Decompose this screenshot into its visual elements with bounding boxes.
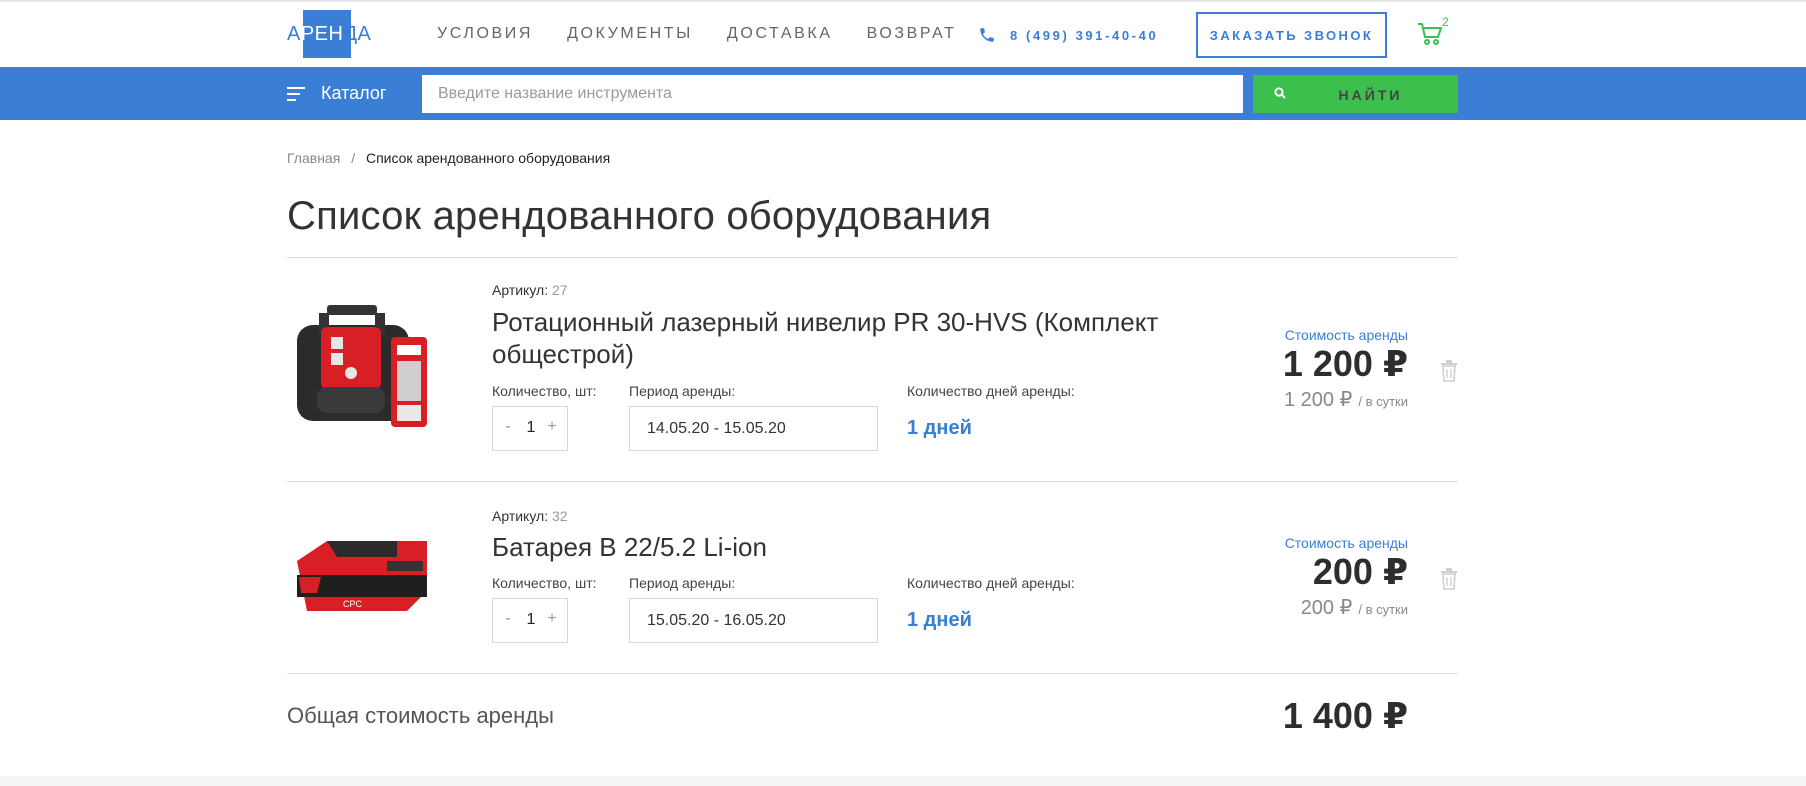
item-price: 200 ₽ <box>1312 551 1408 592</box>
quantity-stepper: - 1 + <box>492 598 568 643</box>
article-number: 32 <box>551 508 568 524</box>
item-name[interactable]: Ротационный лазерный нивелир PR 30-HVS (… <box>492 306 1232 370</box>
rental-period-field[interactable]: 14.05.20 - 15.05.20 <box>629 406 878 451</box>
trash-icon[interactable] <box>1440 568 1458 590</box>
rental-period-field[interactable]: 15.05.20 - 16.05.20 <box>629 598 878 643</box>
site-logo[interactable]: АРЕНДА <box>287 10 372 58</box>
breadcrumb-current: Список арендованного оборудования <box>365 150 611 166</box>
period-label: Период аренды: <box>629 575 736 591</box>
increment-button[interactable]: + <box>543 610 561 628</box>
find-button[interactable]: НАЙТИ <box>1253 75 1458 113</box>
footer-strip <box>0 776 1806 786</box>
period-label: Период аренды: <box>629 383 736 399</box>
rental-item: CPC Артикул: 32 Батарея B 22/5.2 Li-ion … <box>287 481 1458 673</box>
phone-icon <box>980 28 994 42</box>
article-label: Артикул: <box>492 282 549 298</box>
item-price: 1 200 ₽ <box>1282 343 1408 384</box>
rental-days: 1 дней <box>907 609 972 631</box>
battery-image: CPC <box>297 541 427 611</box>
article-number: 27 <box>551 282 568 298</box>
trash-icon[interactable] <box>1440 360 1458 382</box>
main-nav: УСЛОВИЯ ДОКУМЕНТЫ ДОСТАВКА ВОЗВРАТ <box>437 25 991 43</box>
nav-link-documents[interactable]: ДОКУМЕНТЫ <box>567 25 693 43</box>
cost-label: Стоимость аренды <box>1284 535 1408 551</box>
cart[interactable]: 2 <box>1416 15 1450 54</box>
daily-price-value: 1 200 ₽ <box>1284 389 1353 411</box>
cart-count-badge: 2 <box>1442 15 1449 29</box>
page: АРЕНДА УСЛОВИЯ ДОКУМЕНТЫ ДОСТАВКА ВОЗВРА… <box>0 0 1806 786</box>
nav-link-delivery[interactable]: ДОСТАВКА <box>727 25 833 43</box>
svg-text:CPC: CPC <box>343 599 363 609</box>
article: Артикул: 27 <box>492 282 568 298</box>
quantity-label: Количество, шт: <box>492 383 597 399</box>
catalog-label: Каталог <box>321 83 387 103</box>
cost-label: Стоимость аренды <box>1284 327 1408 343</box>
article-label: Артикул: <box>492 508 549 524</box>
breadcrumb: Главная / Список арендованного оборудова… <box>287 150 610 166</box>
days-label: Количество дней аренды: <box>907 383 1075 399</box>
total-value: 1 400 ₽ <box>1282 695 1408 736</box>
page-title: Список арендованного оборудования <box>287 194 992 238</box>
article: Артикул: 32 <box>492 508 568 524</box>
rental-item: Артикул: 27 Ротационный лазерный нивелир… <box>287 257 1458 481</box>
phone-number: 8 (499) 391-40-40 <box>1010 27 1159 43</box>
laser-level-image <box>297 305 427 427</box>
daily-price: 200 ₽ / в сутки <box>1301 595 1408 620</box>
increment-button[interactable]: + <box>543 418 561 436</box>
daily-price: 1 200 ₽ / в сутки <box>1284 387 1408 412</box>
phone-contact[interactable]: 8 (499) 391-40-40 <box>978 26 1158 44</box>
item-name[interactable]: Батарея B 22/5.2 Li-ion <box>492 531 1232 563</box>
site-header: АРЕНДА УСЛОВИЯ ДОКУМЕНТЫ ДОСТАВКА ВОЗВРА… <box>0 2 1806 67</box>
catalog-button[interactable]: Каталог <box>287 83 386 104</box>
find-button-label: НАЙТИ <box>1338 87 1403 103</box>
rental-days: 1 дней <box>907 417 972 439</box>
quantity-label: Количество, шт: <box>492 575 597 591</box>
menu-icon <box>287 86 305 101</box>
search-bar: Каталог НАЙТИ <box>0 67 1806 120</box>
total-label: Общая стоимость аренды <box>287 703 554 728</box>
nav-link-conditions[interactable]: УСЛОВИЯ <box>437 25 533 43</box>
nav-link-return[interactable]: ВОЗВРАТ <box>867 25 957 43</box>
cart-icon <box>1418 23 1442 45</box>
logo-text: АРЕНДА <box>287 23 372 45</box>
quantity-stepper: - 1 + <box>492 406 568 451</box>
breadcrumb-separator: / <box>351 150 356 166</box>
search-input[interactable] <box>422 75 1243 113</box>
per-day-label: / в сутки <box>1358 602 1408 617</box>
per-day-label: / в сутки <box>1358 394 1408 409</box>
days-label: Количество дней аренды: <box>907 575 1075 591</box>
order-call-button[interactable]: ЗАКАЗАТЬ ЗВОНОК <box>1196 12 1387 58</box>
breadcrumb-home[interactable]: Главная <box>287 150 340 166</box>
divider <box>287 673 1458 674</box>
daily-price-value: 200 ₽ <box>1300 597 1353 619</box>
